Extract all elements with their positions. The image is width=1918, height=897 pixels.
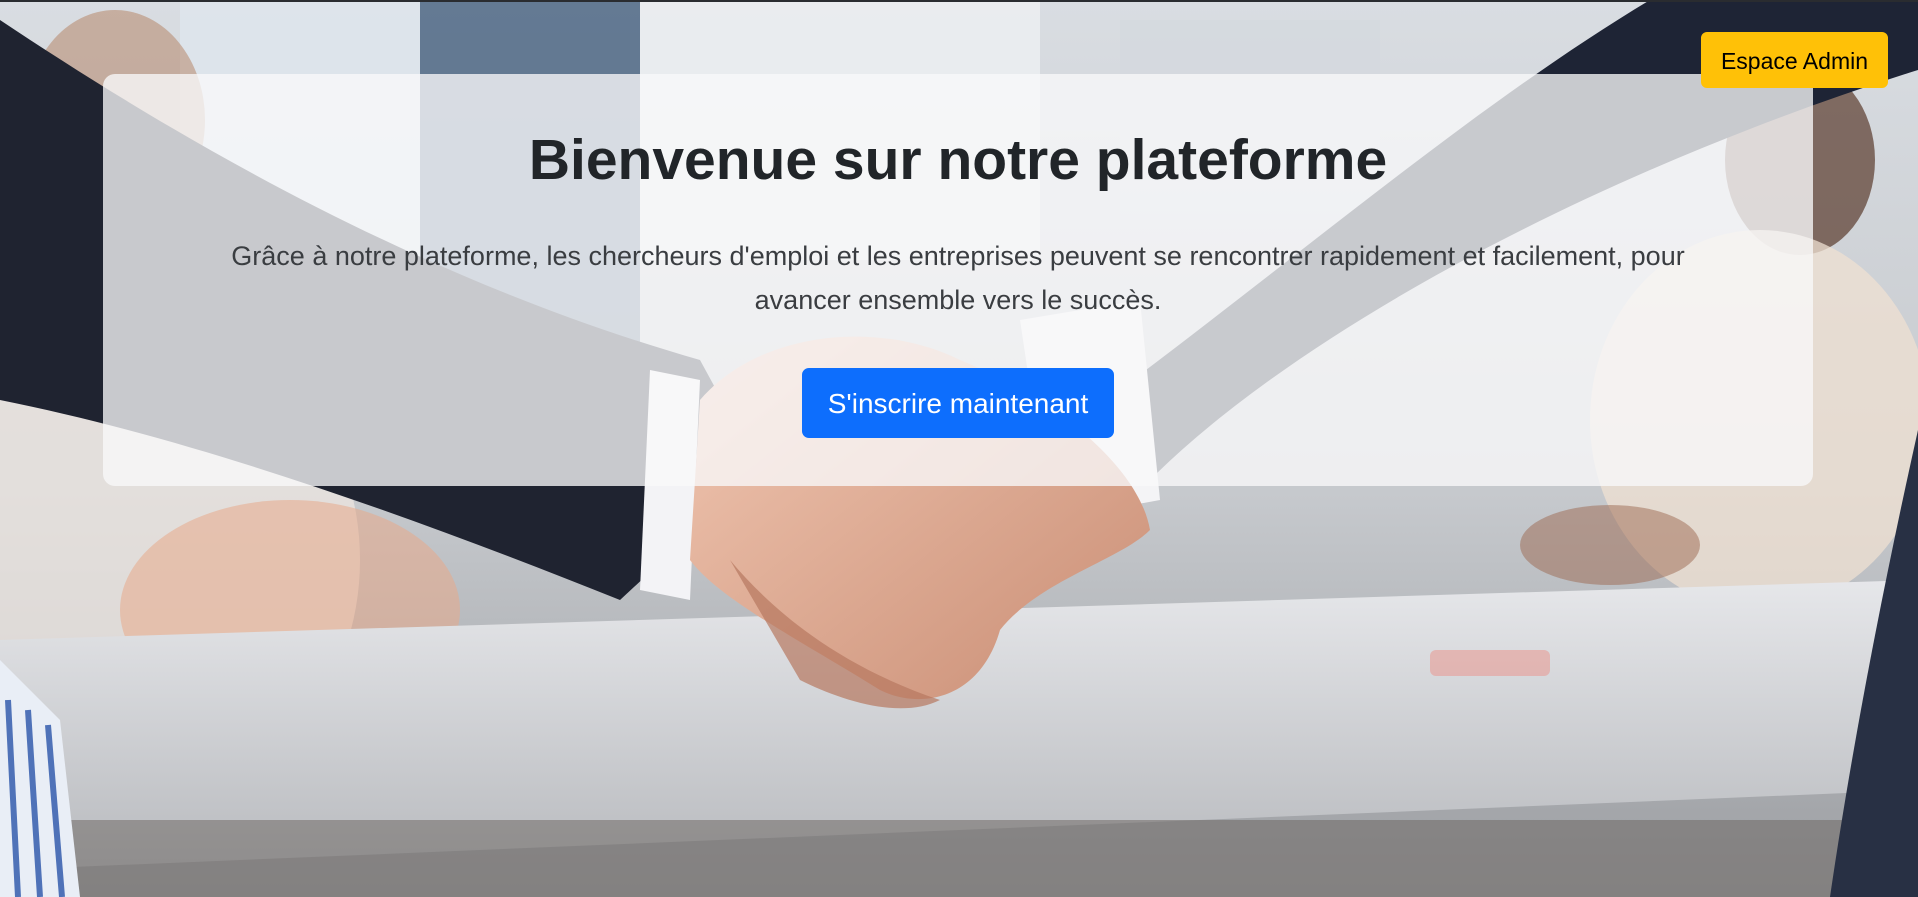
admin-space-button[interactable]: Espace Admin [1700, 32, 1888, 88]
top-border [0, 0, 1918, 2]
signup-button[interactable]: S'inscrire maintenant [801, 367, 1115, 438]
page-title: Bienvenue sur notre plateforme [528, 128, 1388, 192]
landing-page: Espace Admin Bienvenue sur notre platefo… [0, 0, 1918, 897]
welcome-card: Bienvenue sur notre plateforme Grâce à n… [103, 74, 1813, 486]
hero-description: Grâce à notre plateforme, les chercheurs… [231, 240, 1685, 315]
